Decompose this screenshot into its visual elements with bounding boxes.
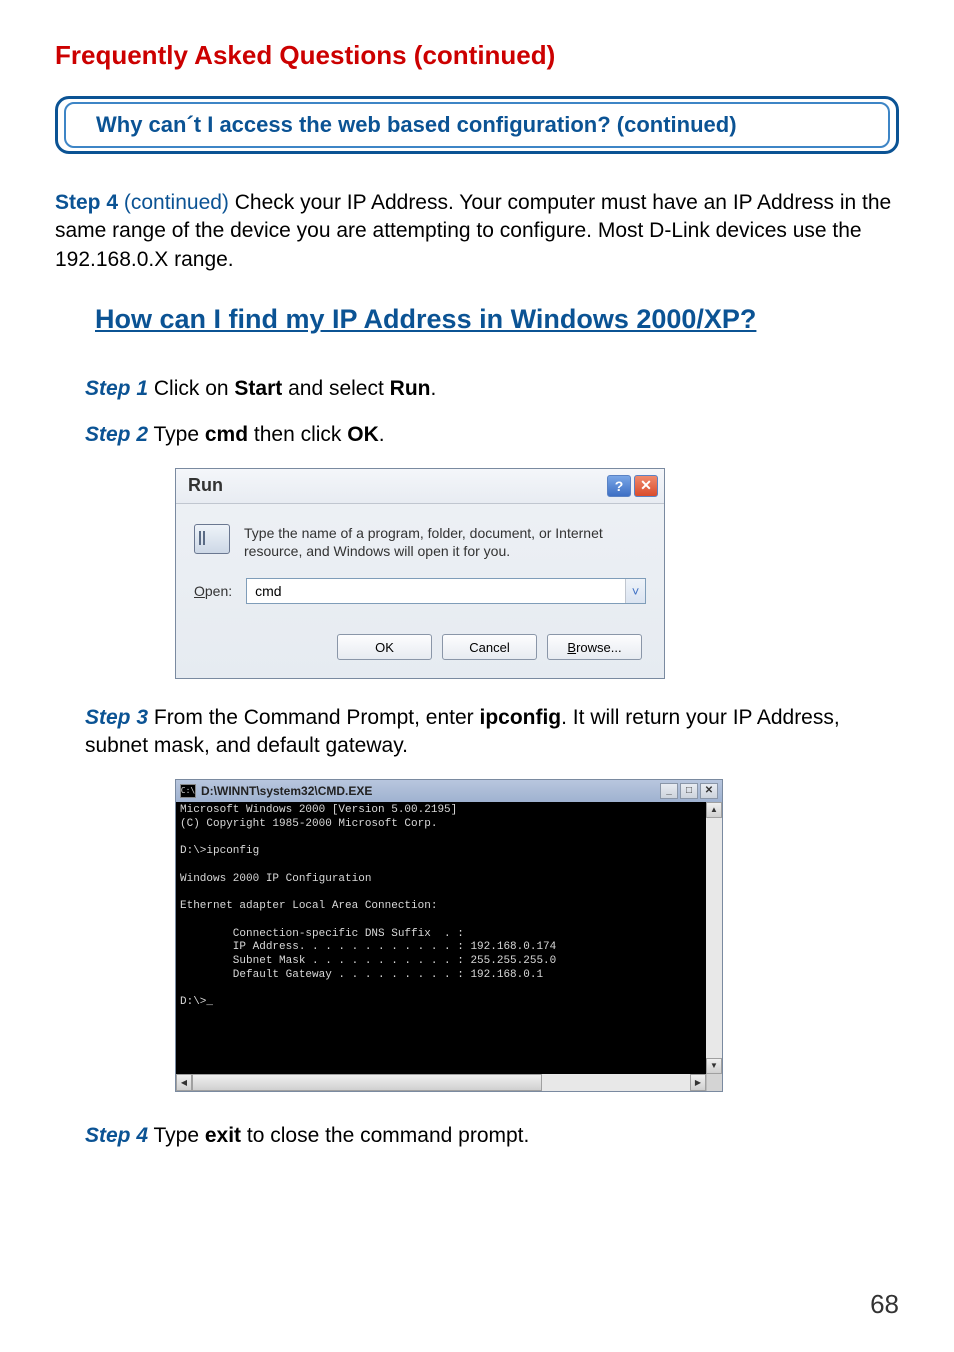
section-heading: How can I find my IP Address in Windows … <box>95 304 899 335</box>
run-button-row: OK Cancel Browse... <box>194 634 646 660</box>
step3-line: Step 3 From the Command Prompt, enter ip… <box>85 704 865 761</box>
step1-line: Step 1 Click on Start and select Run. <box>85 375 865 403</box>
scroll-left-button[interactable]: ◀ <box>176 1074 192 1091</box>
close-button[interactable]: ✕ <box>634 475 658 497</box>
open-input[interactable] <box>247 583 625 599</box>
step4-label: Step 4 <box>85 1124 148 1147</box>
maximize-button[interactable]: □ <box>680 783 698 799</box>
page-title: Frequently Asked Questions (continued) <box>55 40 899 71</box>
step2-post: . <box>379 423 385 446</box>
step2-line: Step 2 Type cmd then click OK. <box>85 421 865 449</box>
ok-button[interactable]: OK <box>337 634 432 660</box>
scroll-up-button[interactable]: ▲ <box>706 802 722 818</box>
step4-line: Step 4 Type exit to close the command pr… <box>85 1122 865 1150</box>
step1-b1: Start <box>234 377 282 400</box>
intro-paragraph: Step 4 (continued) Check your IP Address… <box>55 189 899 274</box>
vertical-scrollbar[interactable]: ▲ ▼ <box>706 802 722 1074</box>
horizontal-scrollbar[interactable]: ◀ ▶ <box>176 1074 722 1091</box>
browse-button[interactable]: Browse... <box>547 634 642 660</box>
cmd-titlebar[interactable]: C:\ D:\WINNT\system32\CMD.EXE _ □ ✕ <box>176 780 722 802</box>
step2-mid: then click <box>248 423 347 446</box>
step2-label: Step 2 <box>85 423 148 446</box>
browse-rest: rowse... <box>576 640 622 655</box>
help-button[interactable]: ? <box>607 475 631 497</box>
step1-pre: Click on <box>148 377 234 400</box>
cmd-title: D:\WINNT\system32\CMD.EXE <box>201 784 658 798</box>
cmd-output[interactable]: Microsoft Windows 2000 [Version 5.00.219… <box>176 802 706 1074</box>
horizontal-scroll-track[interactable] <box>542 1074 690 1091</box>
scroll-down-button[interactable]: ▼ <box>706 1058 722 1074</box>
step1-mid: and select <box>282 377 389 400</box>
scroll-right-button[interactable]: ▶ <box>690 1074 706 1091</box>
run-title: Run <box>188 475 604 496</box>
intro-continued: (continued) <box>118 191 235 214</box>
run-open-row: Open: ˅ <box>194 578 646 604</box>
question-banner-inner: Why can´t I access the web based configu… <box>64 102 890 148</box>
open-label-rest: pen: <box>205 583 232 599</box>
step3-label: Step 3 <box>85 706 148 729</box>
run-description-row: Type the name of a program, folder, docu… <box>194 524 646 560</box>
step3-pre: From the Command Prompt, enter <box>148 706 479 729</box>
open-label-underline: O <box>194 583 205 599</box>
vertical-scroll-track[interactable] <box>706 818 722 1058</box>
minimize-button[interactable]: _ <box>660 783 678 799</box>
run-program-icon <box>194 524 230 554</box>
cancel-button[interactable]: Cancel <box>442 634 537 660</box>
run-description: Type the name of a program, folder, docu… <box>244 524 624 560</box>
cmd-window: C:\ D:\WINNT\system32\CMD.EXE _ □ ✕ Micr… <box>175 779 723 1092</box>
step4-b1: exit <box>205 1124 241 1147</box>
step1-b2: Run <box>390 377 431 400</box>
step4-post: to close the command prompt. <box>241 1124 529 1147</box>
step2-b1: cmd <box>205 423 248 446</box>
open-label: Open: <box>194 583 232 599</box>
question-banner-text: Why can´t I access the web based configu… <box>96 112 737 137</box>
run-body: Type the name of a program, folder, docu… <box>176 504 664 678</box>
cmd-prompt-icon: C:\ <box>180 784 196 798</box>
step3-b1: ipconfig <box>479 706 561 729</box>
horizontal-scroll-thumb[interactable] <box>192 1074 542 1091</box>
step2-pre: Type <box>148 423 205 446</box>
cmd-close-button[interactable]: ✕ <box>700 783 718 799</box>
step2-b2: OK <box>347 423 379 446</box>
step1-label: Step 1 <box>85 377 148 400</box>
chevron-down-icon[interactable]: ˅ <box>625 579 645 603</box>
resize-grip-icon[interactable] <box>706 1074 722 1091</box>
intro-step-label: Step 4 <box>55 191 118 214</box>
step1-post: . <box>430 377 436 400</box>
open-combobox[interactable]: ˅ <box>246 578 646 604</box>
step4-pre: Type <box>148 1124 205 1147</box>
page-number: 68 <box>870 1289 899 1320</box>
run-dialog: Run ? ✕ Type the name of a program, fold… <box>175 468 665 679</box>
run-titlebar[interactable]: Run ? ✕ <box>176 469 664 504</box>
question-banner: Why can´t I access the web based configu… <box>55 96 899 154</box>
browse-underline: B <box>567 640 576 655</box>
cmd-body-wrap: Microsoft Windows 2000 [Version 5.00.219… <box>176 802 722 1074</box>
